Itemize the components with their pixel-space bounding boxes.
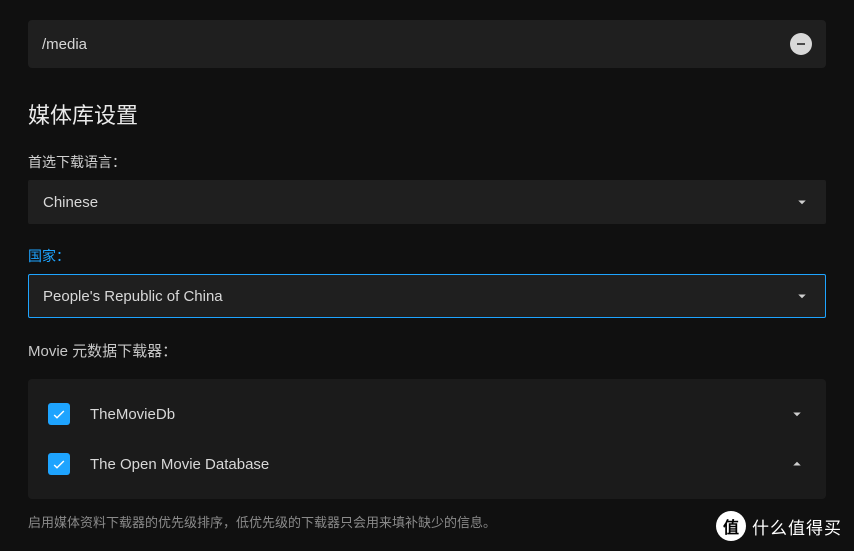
library-path-text: /media xyxy=(42,36,87,53)
remove-path-button[interactable] xyxy=(790,33,812,55)
downloader-list: TheMovieDb The Open Movie Database xyxy=(28,379,826,499)
downloader-name: The Open Movie Database xyxy=(90,456,788,473)
country-select[interactable]: People's Republic of China xyxy=(28,274,826,318)
minus-icon xyxy=(795,38,807,50)
check-icon xyxy=(51,406,67,422)
chevron-down-icon xyxy=(788,405,806,423)
country-label: 国家： xyxy=(28,246,826,266)
chevron-up-icon xyxy=(788,455,806,473)
language-select[interactable]: Chinese xyxy=(28,180,826,224)
downloaders-help-text: 启用媒体资料下载器的优先级排序，低优先级的下载器只会用来填补缺少的信息。 xyxy=(28,513,826,533)
section-title: 媒体库设置 xyxy=(28,98,826,130)
watermark: 值 什么值得买 xyxy=(716,511,842,541)
library-path-row: /media xyxy=(28,20,826,68)
downloader-checkbox[interactable] xyxy=(48,403,70,425)
watermark-badge: 值 xyxy=(716,511,746,541)
check-icon xyxy=(51,456,67,472)
downloader-item-omdb[interactable]: The Open Movie Database xyxy=(28,439,826,489)
language-label: 首选下载语言： xyxy=(28,152,826,172)
downloader-item-themoviedb[interactable]: TheMovieDb xyxy=(28,389,826,439)
downloader-checkbox[interactable] xyxy=(48,453,70,475)
chevron-down-icon xyxy=(793,193,811,211)
country-value: People's Republic of China xyxy=(43,288,223,305)
downloader-name: TheMovieDb xyxy=(90,406,788,423)
language-value: Chinese xyxy=(43,194,98,211)
watermark-text: 什么值得买 xyxy=(752,514,842,539)
chevron-down-icon xyxy=(793,287,811,305)
downloaders-label: Movie 元数据下载器： xyxy=(28,340,826,361)
